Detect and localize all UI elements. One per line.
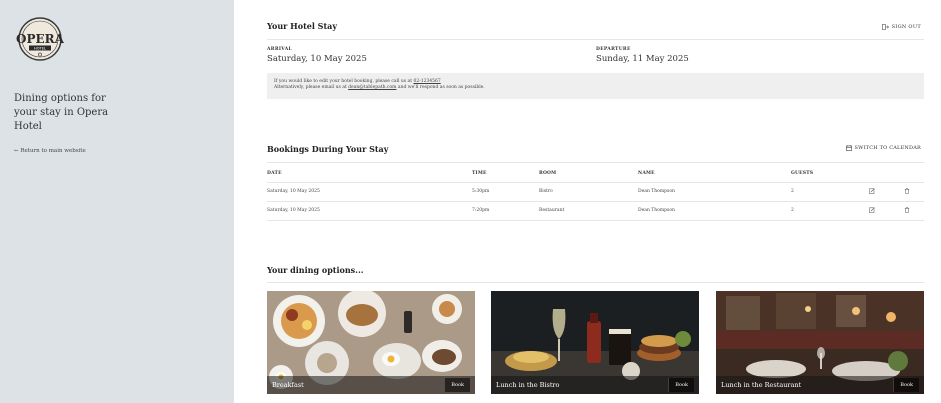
booking-room: Bistro (539, 182, 638, 202)
sign-out-button[interactable]: SIGN OUT (881, 24, 921, 30)
arrival-label: ARRIVAL (267, 47, 292, 52)
column-header-date: DATE (267, 166, 472, 183)
table-row: Saturday, 10 May 2025 5:30pm Bistro Dean… (267, 182, 924, 202)
book-button[interactable]: Book (444, 378, 470, 392)
bookings-table: DATE TIME ROOM NAME GUESTS Saturday, 10 … (267, 166, 924, 221)
notice-email-link[interactable]: dean@tablepath.com (348, 85, 396, 90)
booking-date: Saturday, 10 May 2025 (267, 201, 472, 221)
edit-icon[interactable] (868, 188, 875, 195)
hotel-stay-title: Your Hotel Stay (267, 21, 337, 31)
column-header-name: NAME (638, 166, 791, 183)
departure-label: DEPARTURE (596, 47, 631, 52)
sidebar-heading: Dining options for your stay in Opera Ho… (14, 93, 109, 132)
delete-icon[interactable] (904, 188, 910, 195)
booking-guests: 2 (791, 182, 854, 202)
booking-time: 7:20pm (472, 201, 539, 221)
edit-icon[interactable] (868, 207, 875, 214)
sidebar: OPERA HOTEL Dining options for your stay… (0, 0, 234, 403)
column-header-time: TIME (472, 166, 539, 183)
divider (267, 162, 924, 163)
svg-text:OPERA: OPERA (16, 32, 65, 46)
card-title: Lunch in the Bistro (496, 381, 560, 389)
dining-card-restaurant[interactable]: Lunch in the Restaurant Book (716, 291, 924, 394)
arrival-date: Saturday, 10 May 2025 (267, 54, 367, 64)
card-footer: Lunch in the Bistro Book (491, 376, 699, 394)
sign-out-icon (881, 24, 889, 30)
svg-text:HOTEL: HOTEL (34, 46, 46, 50)
dining-card-bistro[interactable]: Lunch in the Bistro Book (491, 291, 699, 394)
card-footer: Breakfast Book (267, 376, 475, 394)
departure-date: Sunday, 11 May 2025 (596, 54, 689, 64)
dining-cards: Breakfast Book Lunch in the Bistro Book … (267, 291, 924, 394)
column-header-guests: GUESTS (791, 166, 854, 183)
booking-room: Restaurant (539, 201, 638, 221)
card-title: Lunch in the Restaurant (721, 381, 802, 389)
booking-name: Dean Thompson (638, 201, 791, 221)
edit-booking-notice: If you would like to edit your hotel boo… (267, 73, 924, 99)
card-footer: Lunch in the Restaurant Book (716, 376, 924, 394)
divider (267, 39, 924, 40)
card-title: Breakfast (272, 381, 304, 389)
booking-time: 5:30pm (472, 182, 539, 202)
calendar-icon (845, 145, 852, 151)
booking-date: Saturday, 10 May 2025 (267, 182, 472, 202)
main-content: Your Hotel Stay SIGN OUT ARRIVAL Saturda… (234, 0, 941, 403)
return-to-main-website-link[interactable]: ← Return to main website (14, 148, 86, 154)
notice-phone-link[interactable]: 02-1234567 (413, 79, 440, 84)
bookings-title: Bookings During Your Stay (267, 144, 389, 154)
divider (267, 282, 924, 283)
booking-guests: 2 (791, 201, 854, 221)
switch-to-calendar-label: SWITCH TO CALENDAR (854, 145, 921, 151)
sign-out-label: SIGN OUT (891, 24, 921, 30)
dining-card-breakfast[interactable]: Breakfast Book (267, 291, 475, 394)
table-header-row: DATE TIME ROOM NAME GUESTS (267, 166, 924, 183)
opera-hotel-logo[interactable]: OPERA HOTEL (14, 16, 66, 62)
book-button[interactable]: Book (668, 378, 694, 392)
column-header-room: ROOM (539, 166, 638, 183)
notice-text-1: If you would like to edit your hotel boo… (274, 79, 413, 84)
dining-options-title: Your dining options... (267, 265, 364, 275)
notice-text-2: Alternatively, please email us at (274, 85, 347, 90)
book-button[interactable]: Book (893, 378, 919, 392)
table-row: Saturday, 10 May 2025 7:20pm Restaurant … (267, 201, 924, 221)
notice-text-3: and we'll respond as soon as possible. (397, 85, 485, 90)
booking-name: Dean Thompson (638, 182, 791, 202)
switch-to-calendar-button[interactable]: SWITCH TO CALENDAR (845, 145, 921, 151)
delete-icon[interactable] (904, 207, 910, 214)
